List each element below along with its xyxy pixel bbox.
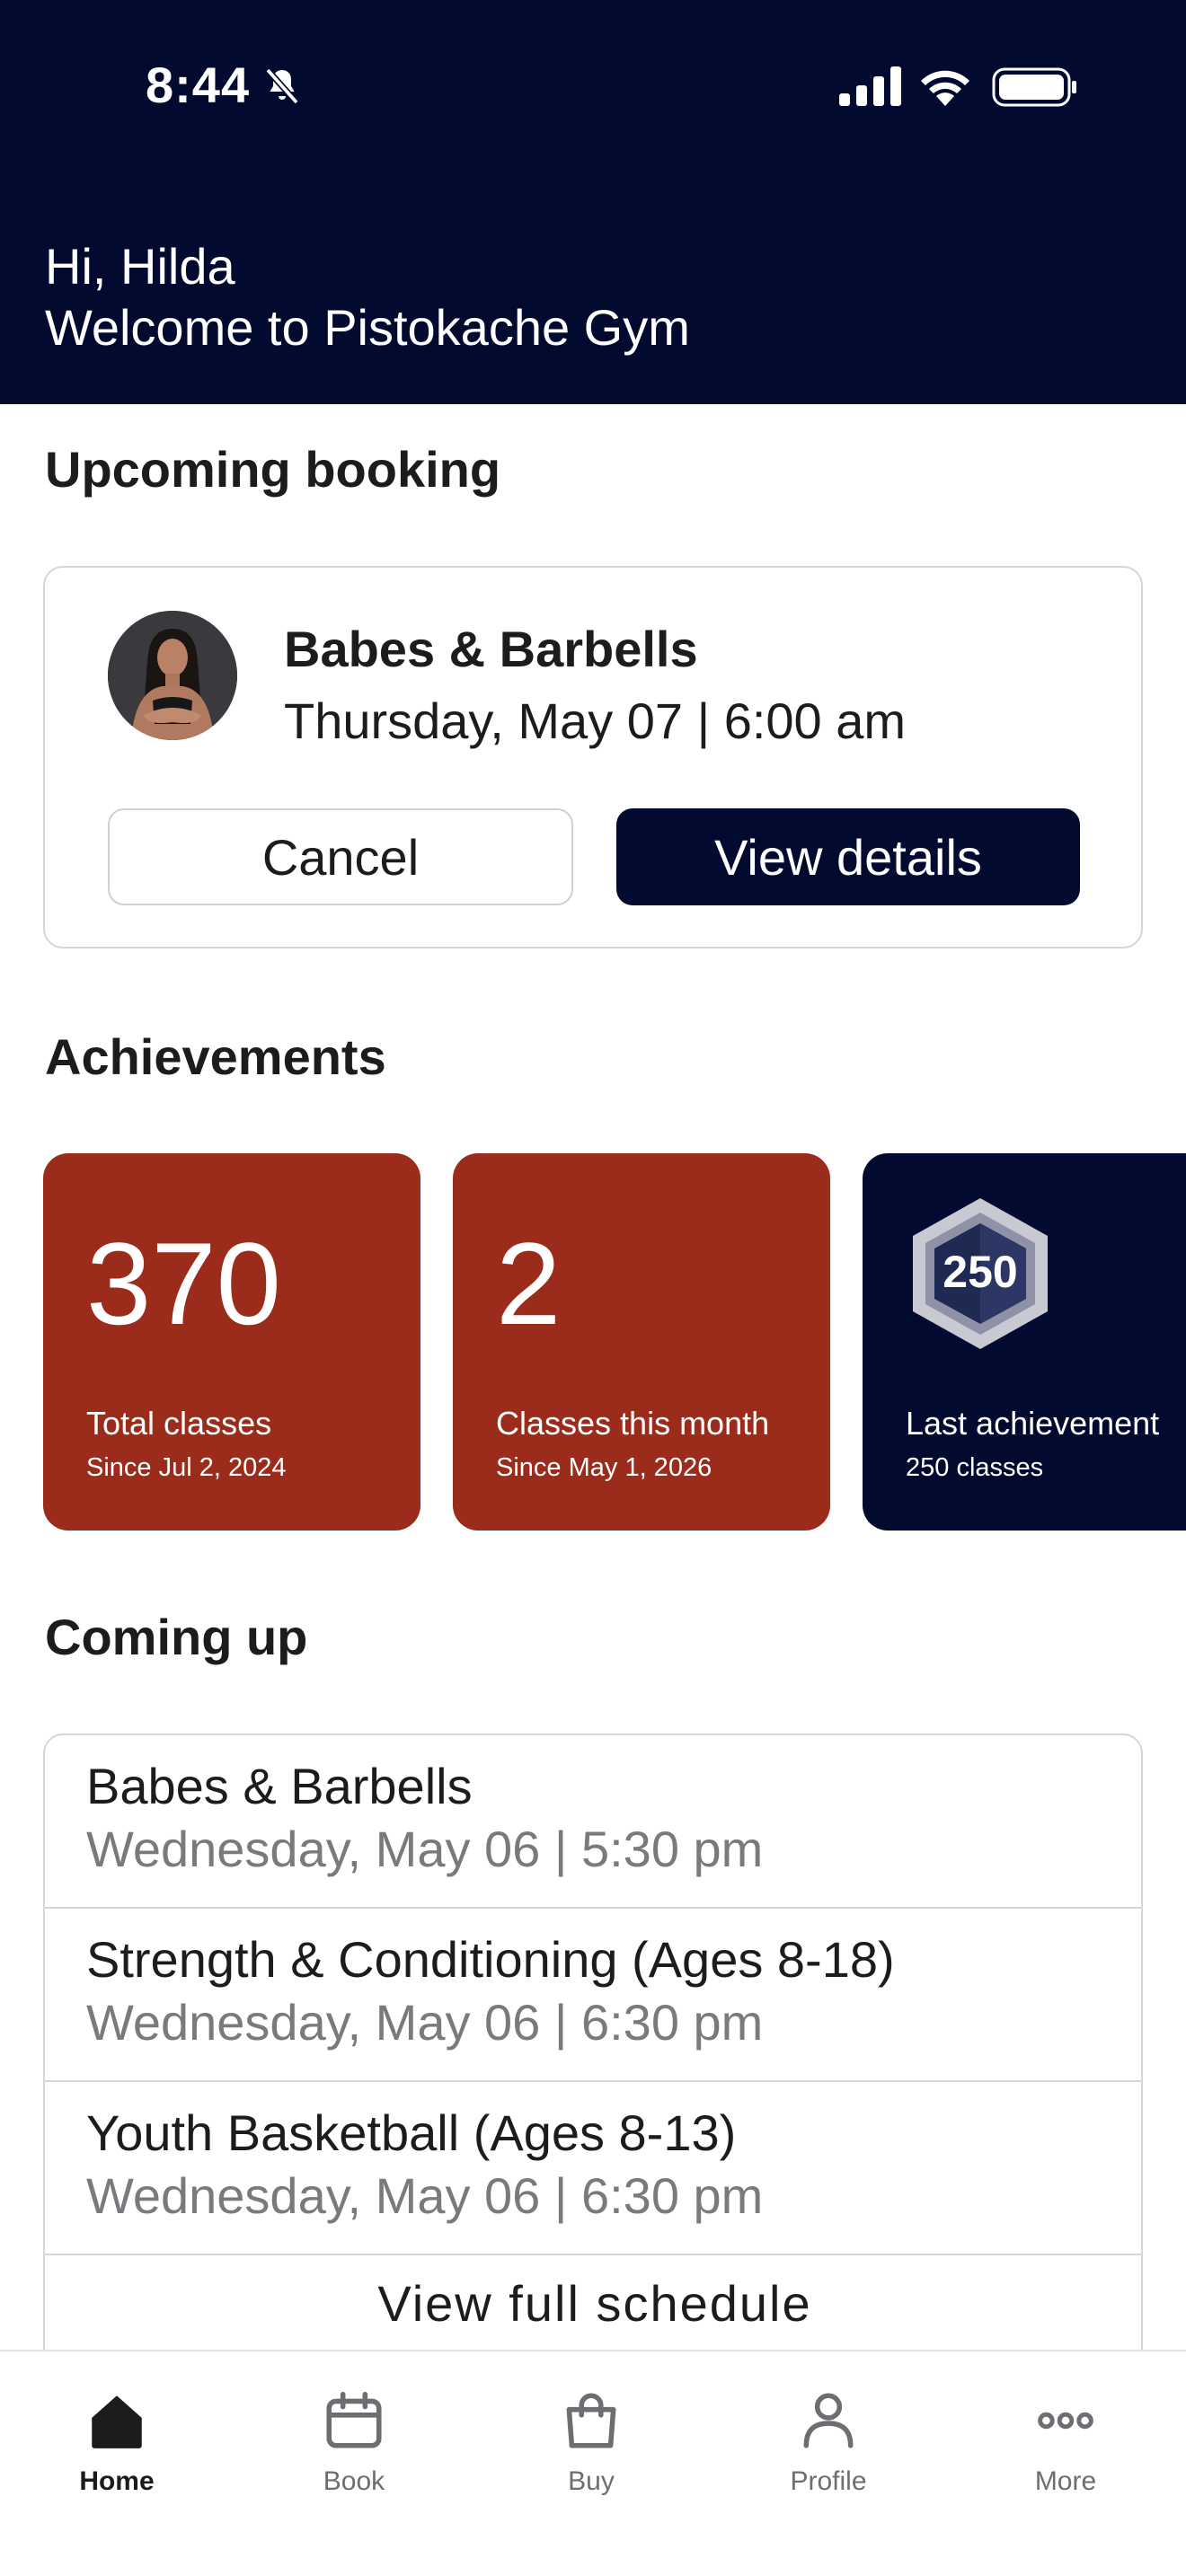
booking-datetime: Thursday, May 07 | 6:00 am (284, 693, 907, 749)
tab-home[interactable]: Home (27, 2371, 207, 2506)
achievement-label: Classes this month (496, 1405, 770, 1442)
achievement-card-last[interactable]: 250 Last achievement 250 classes (863, 1153, 1186, 1531)
achievements-title: Achievements (45, 1028, 386, 1085)
achievement-label: Last achievement (906, 1405, 1160, 1442)
shopping-bag-icon (566, 2393, 616, 2448)
class-time: Wednesday, May 06 | 5:30 pm (86, 1821, 764, 1877)
tab-bar: Home Book Buy Profile More (0, 2350, 1186, 2576)
tab-label: More (1034, 2466, 1097, 2496)
tab-label: Buy (568, 2466, 615, 2496)
class-time: Wednesday, May 06 | 6:30 pm (86, 2167, 764, 2224)
battery-icon (992, 67, 1076, 107)
total-classes-value: 370 (86, 1218, 281, 1349)
cellular-signal-icon (839, 66, 901, 106)
schedule-row[interactable]: Babes & Barbells Wednesday, May 06 | 5:3… (45, 1735, 1141, 1909)
wifi-icon (921, 70, 969, 106)
view-details-button[interactable]: View details (616, 808, 1080, 905)
schedule-row[interactable]: Strength & Conditioning (Ages 8-18) Wedn… (45, 1909, 1141, 2082)
monthly-classes-value: 2 (496, 1218, 562, 1349)
view-full-schedule-link[interactable]: View full schedule (45, 2274, 1141, 2333)
status-time: 8:44 (146, 57, 251, 113)
badge-value: 250 (943, 1247, 1017, 1297)
tab-label: Profile (790, 2466, 867, 2496)
achievement-subtext: Since Jul 2, 2024 (86, 1453, 287, 1482)
upcoming-booking-title: Upcoming booking (45, 441, 501, 498)
class-title: Youth Basketball (Ages 8-13) (86, 2104, 737, 2161)
achievement-label: Total classes (86, 1405, 272, 1442)
more-dots-icon (1038, 2412, 1093, 2430)
tab-more[interactable]: More (976, 2371, 1155, 2506)
welcome-message: Welcome to Pistokache Gym (45, 299, 690, 356)
home-icon (92, 2395, 142, 2448)
cancel-button[interactable]: Cancel (108, 808, 573, 905)
coming-up-list: Babes & Barbells Wednesday, May 06 | 5:3… (43, 1734, 1143, 2362)
class-time: Wednesday, May 06 | 6:30 pm (86, 1994, 764, 2051)
class-title: Strength & Conditioning (Ages 8-18) (86, 1931, 895, 1988)
achievement-badge-icon: 250 (904, 1195, 1057, 1353)
tab-buy[interactable]: Buy (501, 2371, 681, 2506)
person-icon (803, 2393, 854, 2448)
bell-muted-icon (265, 67, 299, 105)
achievement-subtext: Since May 1, 2026 (496, 1453, 712, 1482)
booking-class-name: Babes & Barbells (284, 621, 698, 677)
tab-label: Book (323, 2466, 385, 2496)
schedule-row[interactable]: Youth Basketball (Ages 8-13) Wednesday, … (45, 2082, 1141, 2255)
greeting: Hi, Hilda (45, 238, 235, 295)
achievement-card-total[interactable]: 370 Total classes Since Jul 2, 2024 (43, 1153, 420, 1531)
instructor-avatar (108, 611, 237, 740)
class-title: Babes & Barbells (86, 1758, 473, 1814)
upcoming-booking-card[interactable]: Babes & Barbells Thursday, May 07 | 6:00… (43, 566, 1143, 948)
achievement-subtext: 250 classes (906, 1453, 1044, 1482)
home-screen: 8:44 Hi, Hilda Welcome to Pistokache Gym… (0, 0, 1186, 2576)
achievement-card-month[interactable]: 2 Classes this month Since May 1, 2026 (453, 1153, 830, 1531)
tab-book[interactable]: Book (264, 2371, 444, 2506)
coming-up-title: Coming up (45, 1609, 308, 1665)
tab-label: Home (79, 2466, 155, 2496)
tab-profile[interactable]: Profile (739, 2371, 918, 2506)
calendar-icon (326, 2391, 382, 2448)
header: 8:44 Hi, Hilda Welcome to Pistokache Gym (0, 0, 1186, 404)
